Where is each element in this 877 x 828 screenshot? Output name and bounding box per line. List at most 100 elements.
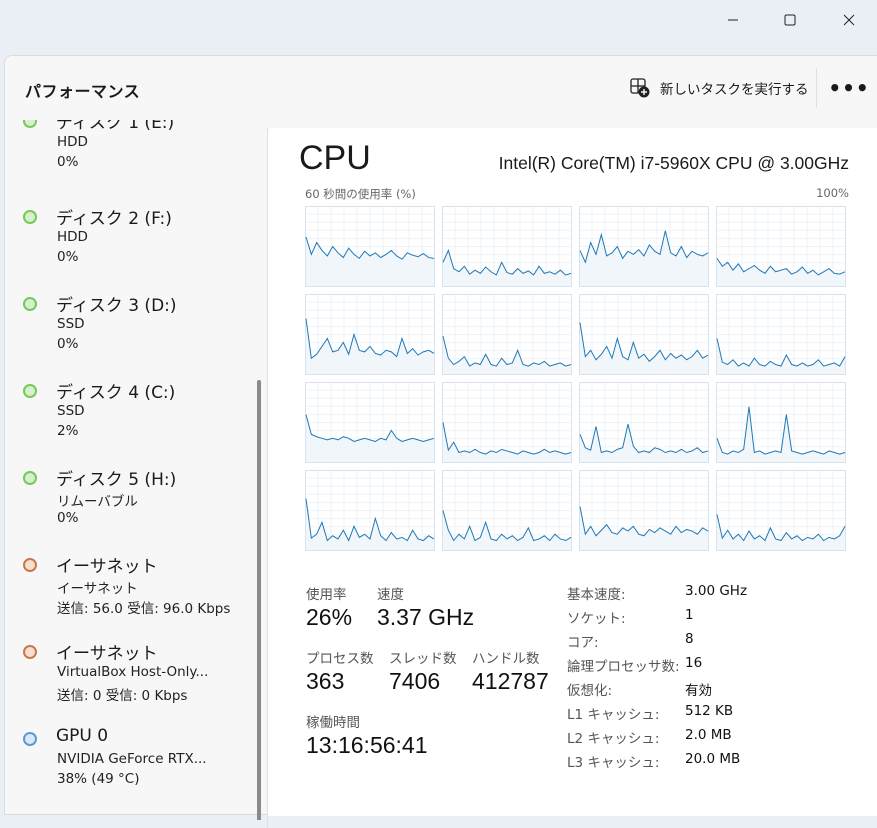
cpu-title: CPU bbox=[299, 139, 371, 177]
core-graph-9 bbox=[442, 382, 572, 463]
spec-value: 8 bbox=[685, 631, 694, 647]
handles-label: ハンドル数 bbox=[472, 651, 540, 667]
spec-label: コア: bbox=[567, 635, 599, 651]
spec-label: L1 キャッシュ: bbox=[567, 707, 660, 723]
page-title: パフォーマンス bbox=[25, 82, 141, 101]
core-graph-0 bbox=[305, 206, 435, 287]
core-graph-6 bbox=[579, 294, 709, 375]
sidebar-item-label: ディスク 4 (C:) bbox=[56, 383, 176, 403]
sidebar-item-value: 0% bbox=[57, 336, 79, 352]
spec-value: 1 bbox=[685, 607, 694, 623]
status-dot-icon bbox=[23, 558, 37, 572]
usage-value: 26% bbox=[306, 604, 353, 630]
uptime-value: 13:16:56:41 bbox=[306, 732, 428, 758]
core-graph-7 bbox=[716, 294, 846, 375]
usage-label: 使用率 bbox=[306, 587, 347, 603]
maximize-icon[interactable] bbox=[767, 6, 813, 34]
sidebar-item-label: イーサネット bbox=[56, 557, 158, 577]
uptime-label: 稼働時間 bbox=[306, 715, 360, 731]
sidebar-item-disk-1[interactable]: ディスク 1 (E:) HDD 0% bbox=[5, 120, 250, 188]
spec-value: 512 KB bbox=[685, 703, 734, 719]
status-dot-icon bbox=[23, 645, 37, 659]
processes-value: 363 bbox=[306, 668, 345, 694]
threads-label: スレッド数 bbox=[389, 651, 457, 667]
sidebar-item-value: 0% bbox=[57, 249, 79, 265]
core-graph-15 bbox=[716, 470, 846, 551]
spec-value: 16 bbox=[685, 655, 703, 671]
speed-value: 3.37 GHz bbox=[377, 604, 475, 630]
more-options-button[interactable]: ••• bbox=[828, 74, 868, 102]
spec-label: 論理プロセッサ数: bbox=[567, 659, 680, 675]
core-graph-3 bbox=[716, 206, 846, 287]
sidebar-item-disk-5[interactable]: ディスク 5 (H:) リムーバブル 0% bbox=[5, 467, 250, 547]
run-task-label: 新しいタスクを実行する bbox=[660, 82, 809, 98]
sidebar-item-label: イーサネット bbox=[56, 644, 158, 664]
status-dot-icon bbox=[23, 471, 37, 485]
cpu-panel: CPU Intel(R) Core(TM) i7-5960X CPU @ 3.0… bbox=[268, 128, 877, 816]
spec-label: L2 キャッシュ: bbox=[567, 731, 660, 747]
header: パフォーマンス 新しいタスクを実行する ••• bbox=[5, 56, 877, 120]
status-dot-icon bbox=[23, 120, 37, 128]
sidebar-item-disk-2[interactable]: ディスク 2 (F:) HDD 0% bbox=[5, 206, 250, 286]
core-graph-4 bbox=[305, 294, 435, 375]
status-dot-icon bbox=[23, 732, 37, 746]
sidebar-item-value: 38% (49 °C) bbox=[57, 771, 140, 787]
spec-label: L3 キャッシュ: bbox=[567, 755, 660, 771]
spec-label: ソケット: bbox=[567, 611, 626, 627]
speed-label: 速度 bbox=[377, 587, 404, 603]
sidebar-item-type: リムーバブル bbox=[57, 494, 138, 510]
cpu-model: Intel(R) Core(TM) i7-5960X CPU @ 3.00GHz bbox=[498, 153, 849, 173]
handles-value: 412787 bbox=[472, 668, 549, 694]
graph-max-label: 100% bbox=[816, 186, 849, 200]
sidebar-item-disk-4[interactable]: ディスク 4 (C:) SSD 2% bbox=[5, 380, 250, 460]
sidebar-item-ethernet-1[interactable]: イーサネット イーサネット 送信: 56.0 受信: 96.0 Kbps bbox=[5, 554, 250, 634]
spec-value: 有効 bbox=[685, 683, 712, 699]
sidebar-item-type: VirtualBox Host-Only... bbox=[57, 664, 209, 680]
core-graph-1 bbox=[442, 206, 572, 287]
core-graph-14 bbox=[579, 470, 709, 551]
sidebar-item-type: SSD bbox=[57, 403, 85, 419]
core-graph-10 bbox=[579, 382, 709, 463]
core-graph-11 bbox=[716, 382, 846, 463]
core-graph-13 bbox=[442, 470, 572, 551]
processes-label: プロセス数 bbox=[306, 651, 374, 667]
sidebar-item-label: ディスク 2 (F:) bbox=[56, 209, 172, 229]
minimize-icon[interactable] bbox=[710, 6, 756, 34]
title-bar bbox=[0, 0, 877, 40]
graph-caption: 60 秒間の使用率 (%) bbox=[305, 187, 416, 201]
threads-value: 7406 bbox=[389, 668, 441, 694]
task-manager-window: パフォーマンス 新しいタスクを実行する ••• ディスク 1 (E:) HDD bbox=[4, 55, 877, 828]
status-dot-icon bbox=[23, 297, 37, 311]
sidebar-item-label: GPU 0 bbox=[56, 726, 109, 746]
sidebar-item-type: NVIDIA GeForce RTX... bbox=[57, 751, 207, 767]
close-icon[interactable] bbox=[826, 6, 872, 34]
core-graph-8 bbox=[305, 382, 435, 463]
sidebar-item-value: 送信: 0 受信: 0 Kbps bbox=[57, 688, 188, 704]
sidebar-item-disk-3[interactable]: ディスク 3 (D:) SSD 0% bbox=[5, 293, 250, 373]
sidebar-item-type: HDD bbox=[57, 229, 88, 245]
sidebar: ディスク 1 (E:) HDD 0% ディスク 2 (F:) HDD 0% ディ… bbox=[5, 120, 267, 820]
cpu-core-graphs-svg bbox=[305, 206, 846, 551]
panel-divider bbox=[267, 128, 268, 828]
run-new-task-button[interactable]: 新しいタスクを実行する bbox=[629, 74, 809, 102]
core-graph-2 bbox=[579, 206, 709, 287]
core-graph-5 bbox=[442, 294, 572, 375]
sidebar-item-ethernet-2[interactable]: イーサネット VirtualBox Host-Only... 送信: 0 受信:… bbox=[5, 641, 250, 721]
status-dot-icon bbox=[23, 384, 37, 398]
sidebar-item-value: 2% bbox=[57, 423, 79, 439]
sidebar-item-value: 送信: 56.0 受信: 96.0 Kbps bbox=[57, 601, 231, 617]
run-task-icon bbox=[629, 77, 651, 99]
sidebar-item-label: ディスク 5 (H:) bbox=[56, 470, 177, 490]
spec-label: 基本速度: bbox=[567, 587, 626, 603]
header-divider bbox=[816, 68, 817, 108]
core-graph-12 bbox=[305, 470, 435, 551]
sidebar-item-type: SSD bbox=[57, 316, 85, 332]
spec-value: 2.0 MB bbox=[685, 727, 732, 743]
sidebar-item-gpu-0[interactable]: GPU 0 NVIDIA GeForce RTX... 38% (49 °C) bbox=[5, 726, 250, 808]
sidebar-scrollbar[interactable] bbox=[257, 380, 261, 820]
sidebar-item-type: イーサネット bbox=[57, 581, 138, 597]
sidebar-item-type: HDD bbox=[57, 134, 88, 150]
spec-value: 3.00 GHz bbox=[685, 583, 748, 599]
sidebar-item-value: 0% bbox=[57, 510, 79, 526]
sidebar-item-label: ディスク 3 (D:) bbox=[56, 296, 177, 316]
